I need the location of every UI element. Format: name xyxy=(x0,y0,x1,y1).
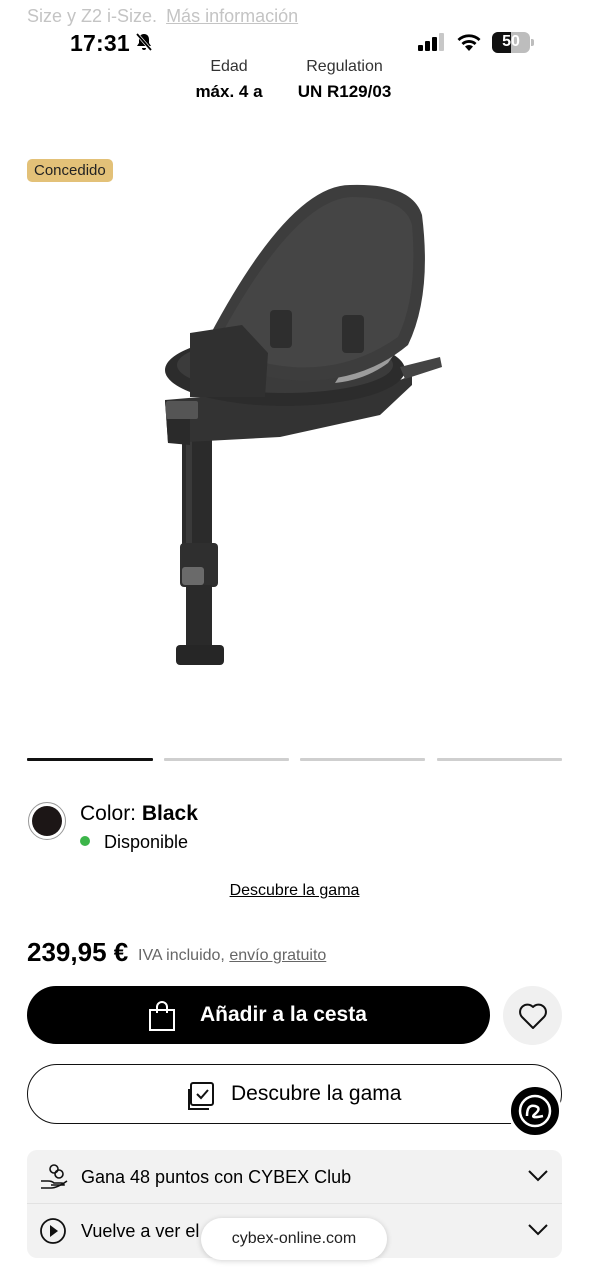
battery-percent: 50 xyxy=(502,33,520,50)
status-bar: 17:31 50 xyxy=(0,28,589,60)
shopping-bag-icon xyxy=(148,1000,176,1037)
product-image[interactable] xyxy=(150,175,450,695)
spec-value: máx. 4 a xyxy=(195,82,263,101)
wishlist-button[interactable] xyxy=(503,986,562,1045)
compare-icon xyxy=(187,1081,217,1116)
spec-value: UN R129/03 xyxy=(297,82,392,101)
heart-icon xyxy=(519,1003,547,1029)
discover-range-button[interactable]: Descubre la gama xyxy=(27,1064,562,1124)
color-prefix: Color: xyxy=(80,802,137,825)
vat-text: IVA incluido, xyxy=(138,947,225,964)
cybex-logo-icon xyxy=(518,1094,552,1128)
availability-text: Disponible xyxy=(104,832,189,852)
header-text: Size y Z2 i-Size. xyxy=(27,6,158,26)
free-shipping-link[interactable]: envío gratuito xyxy=(229,947,326,964)
award-badge: Concedido xyxy=(27,159,113,182)
club-points-row[interactable]: Gana 48 puntos con CYBEX Club xyxy=(27,1150,562,1204)
discover-range-label: Descubre la gama xyxy=(231,1082,402,1105)
gallery-indicator xyxy=(27,758,562,762)
add-to-cart-label: Añadir a la cesta xyxy=(200,1003,367,1026)
chevron-down-icon xyxy=(527,1223,549,1242)
spec-age: Edad máx. 4 a xyxy=(180,58,278,102)
more-info-link[interactable]: Más información xyxy=(166,6,298,26)
play-circle-icon xyxy=(39,1217,67,1250)
color-name: Black xyxy=(141,802,198,825)
spec-regulation: Regulation UN R129/03 xyxy=(282,58,407,102)
color-swatch-black[interactable] xyxy=(28,802,66,840)
signal-icon xyxy=(418,33,446,56)
cybex-chat-button[interactable] xyxy=(508,1084,562,1138)
hand-gift-icon xyxy=(39,1163,69,1196)
price: 239,95 € xyxy=(27,937,129,967)
product-specs: Edad máx. 4 a Regulation UN R129/03 xyxy=(0,58,589,108)
browser-url-pill[interactable]: cybex-online.com xyxy=(201,1218,387,1260)
faded-header-text: Size y Z2 i-Size. Más información xyxy=(27,6,298,27)
discover-range-link[interactable]: Descubre la gama xyxy=(0,882,589,900)
color-label: Color: Black xyxy=(80,802,198,826)
status-time: 17:31 xyxy=(70,30,130,56)
gallery-dot[interactable] xyxy=(437,758,562,761)
battery-icon: 50 xyxy=(492,32,534,53)
price-note: IVA incluido, envío gratuito xyxy=(138,947,326,965)
gallery-dot[interactable] xyxy=(164,758,289,761)
spec-label: Regulation xyxy=(306,58,383,75)
availability: Disponible xyxy=(80,832,188,853)
replay-label: Vuelve a ver el xyxy=(81,1221,200,1241)
wifi-icon xyxy=(456,32,482,57)
spec-label: Edad xyxy=(210,58,248,75)
chevron-down-icon xyxy=(527,1169,549,1188)
availability-dot-icon xyxy=(80,836,90,846)
url-text: cybex-online.com xyxy=(231,1230,357,1247)
bell-slash-icon xyxy=(134,32,154,57)
add-to-cart-button[interactable]: Añadir a la cesta xyxy=(27,986,490,1044)
club-points-label: Gana 48 puntos con CYBEX Club xyxy=(81,1167,352,1187)
gallery-dot[interactable] xyxy=(300,758,425,761)
gallery-dot[interactable] xyxy=(27,758,153,761)
